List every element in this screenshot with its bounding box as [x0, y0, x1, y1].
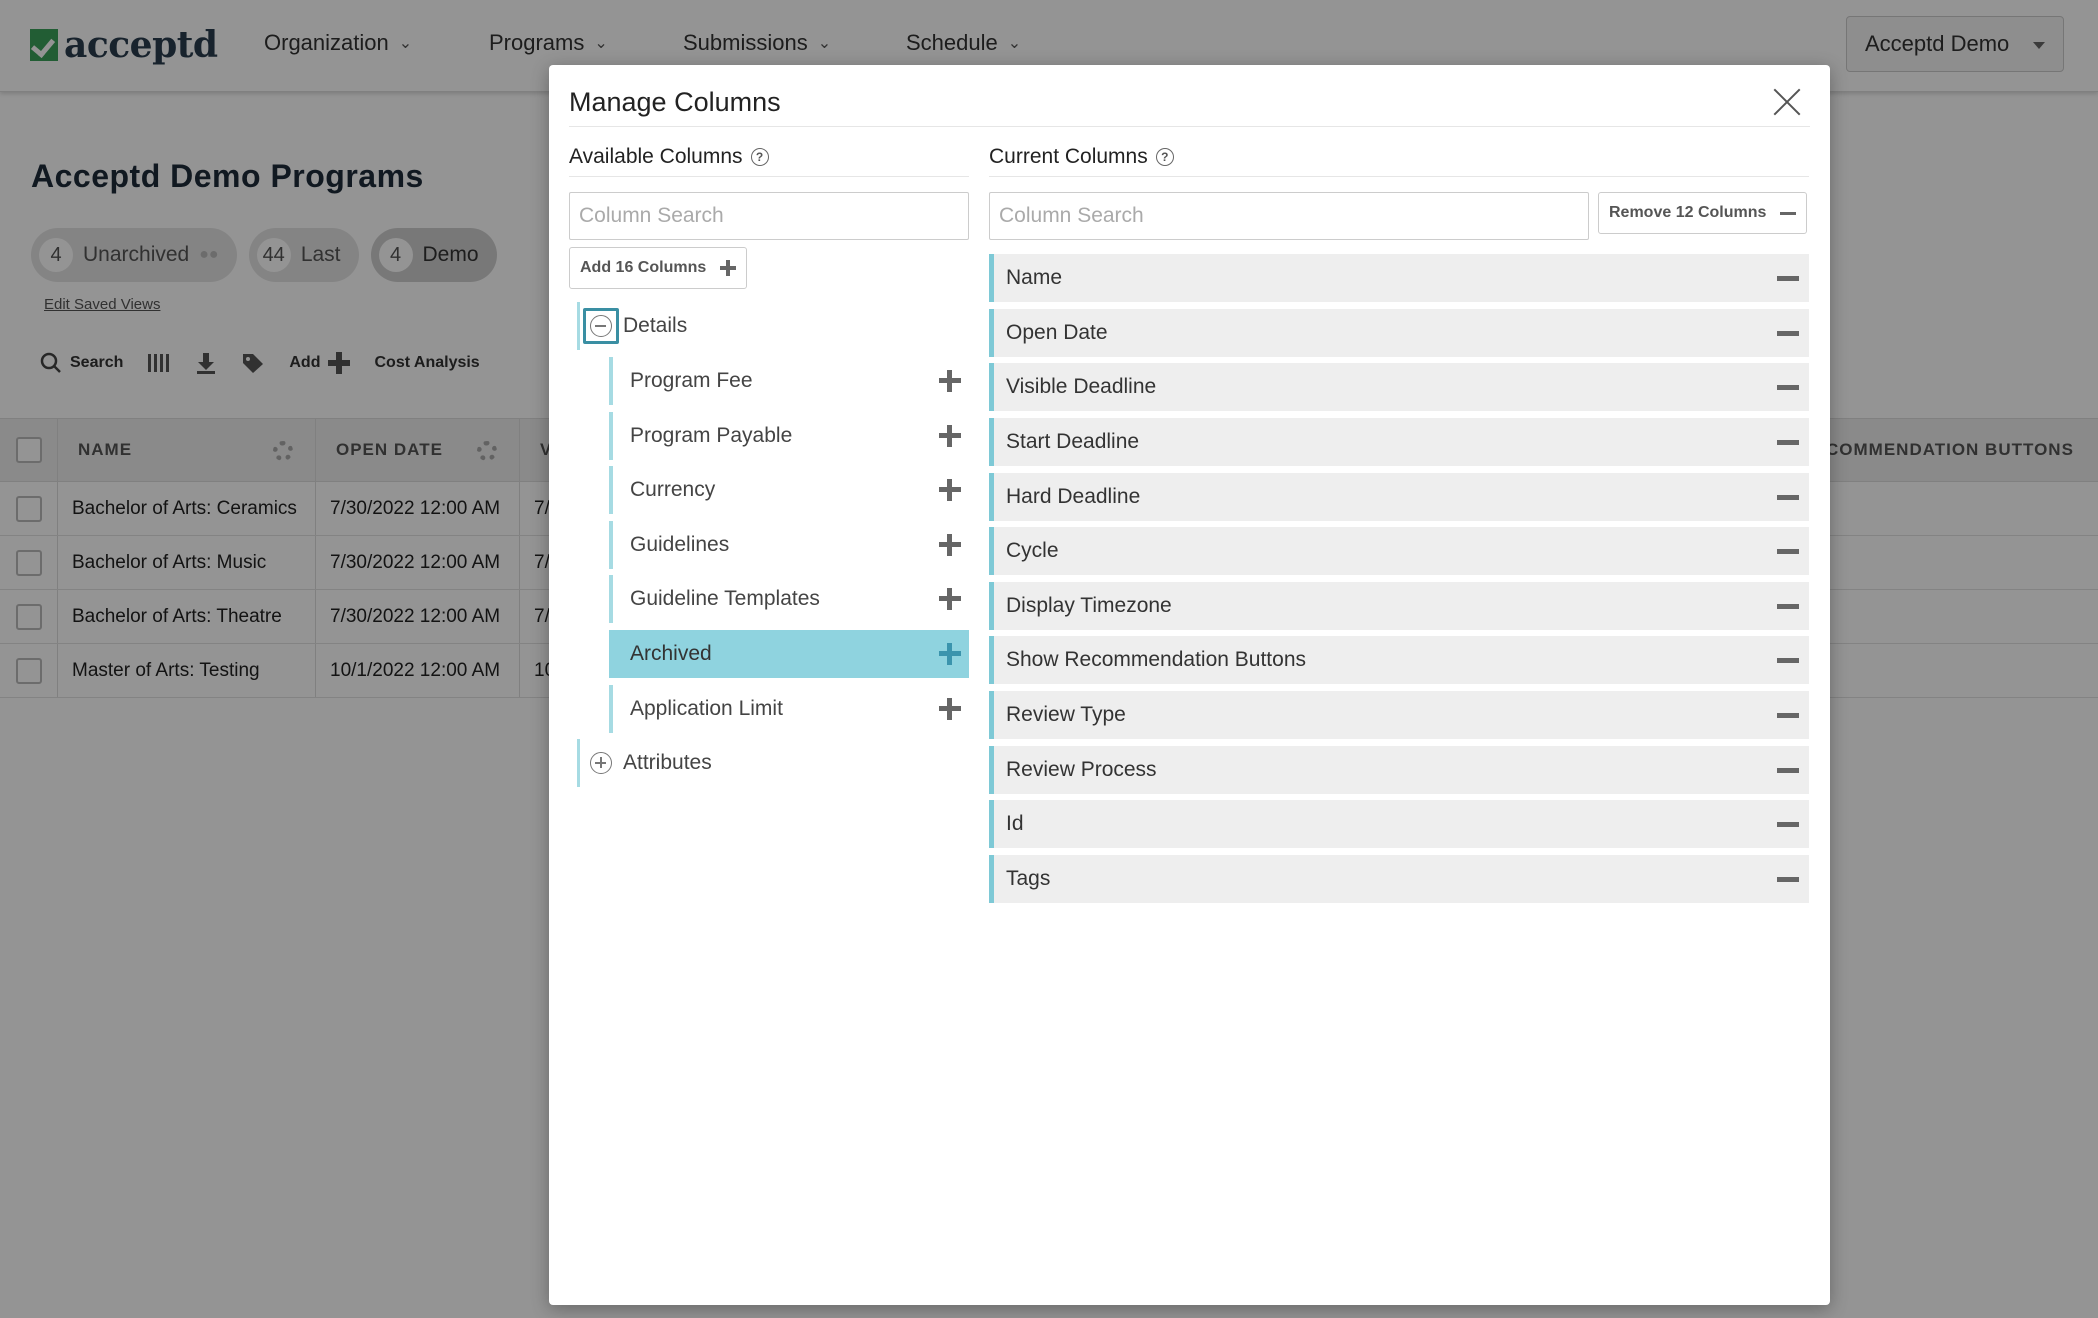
collapse-circle-icon	[590, 315, 612, 337]
group-indicator	[577, 302, 580, 350]
current-item-label: Name	[1006, 266, 1063, 289]
remove-all-columns-button[interactable]: Remove 12 Columns	[1598, 192, 1808, 234]
remove-column-minus-icon[interactable]	[1777, 768, 1799, 773]
current-item-label: Visible Deadline	[1006, 375, 1157, 398]
current-item-display-timezone[interactable]: Display Timezone	[989, 582, 1809, 630]
add-column-plus-icon[interactable]	[939, 479, 961, 501]
current-item-label: Review Type	[1006, 703, 1126, 726]
current-item-review-process[interactable]: Review Process	[989, 746, 1809, 794]
current-divider	[989, 176, 1809, 177]
add-column-plus-icon[interactable]	[939, 425, 961, 447]
remove-column-minus-icon[interactable]	[1777, 495, 1799, 500]
add-column-plus-icon[interactable]	[939, 588, 961, 610]
help-icon[interactable]: ?	[750, 148, 769, 166]
tree-group-attributes[interactable]: Attributes	[577, 739, 712, 787]
expand-circle-icon	[590, 752, 612, 774]
tree-group-details[interactable]: Details	[577, 302, 687, 350]
available-item-archived[interactable]: Archived	[609, 630, 969, 678]
current-columns-label: Current Columns	[989, 145, 1148, 168]
available-item-application-limit[interactable]: Application Limit	[609, 685, 969, 733]
add-all-columns-button[interactable]: Add 16 Columns	[569, 247, 748, 289]
available-item-label: Currency	[630, 478, 716, 501]
remove-column-minus-icon[interactable]	[1777, 331, 1799, 336]
available-item-guideline-templates[interactable]: Guideline Templates	[609, 575, 969, 623]
expand-toggle[interactable]	[583, 745, 619, 781]
current-item-label: Display Timezone	[1006, 594, 1172, 617]
remove-column-minus-icon[interactable]	[1777, 822, 1799, 827]
add-all-columns-label: Add 16 Columns	[580, 259, 707, 276]
tree-group-label: Details	[623, 314, 688, 337]
current-item-label: Review Process	[1006, 758, 1157, 781]
current-item-show-recommendation-buttons[interactable]: Show Recommendation Buttons	[989, 636, 1809, 684]
current-item-label: Hard Deadline	[1006, 485, 1141, 508]
current-column-search-input[interactable]	[989, 192, 1589, 240]
available-item-label: Guideline Templates	[630, 587, 820, 610]
available-columns-heading: Available Columns ?	[569, 145, 769, 169]
manage-columns-modal: Manage Columns Available Columns ? Add 1…	[549, 65, 1830, 1305]
add-column-plus-icon[interactable]	[939, 534, 961, 556]
available-item-label: Application Limit	[630, 697, 783, 720]
add-column-plus-icon[interactable]	[939, 370, 961, 392]
remove-column-minus-icon[interactable]	[1777, 877, 1799, 882]
current-item-visible-deadline[interactable]: Visible Deadline	[989, 363, 1809, 411]
current-item-name[interactable]: Name	[989, 254, 1809, 302]
available-item-label: Program Payable	[630, 424, 793, 447]
available-item-program-fee[interactable]: Program Fee	[609, 357, 969, 405]
available-item-label: Archived	[630, 642, 712, 665]
remove-column-minus-icon[interactable]	[1777, 549, 1799, 554]
add-column-plus-icon[interactable]	[939, 643, 961, 665]
current-item-cycle[interactable]: Cycle	[989, 527, 1809, 575]
current-item-start-deadline[interactable]: Start Deadline	[989, 418, 1809, 466]
modal-title: Manage Columns	[569, 87, 781, 117]
current-item-label: Id	[1006, 812, 1024, 835]
current-item-label: Show Recommendation Buttons	[1006, 648, 1306, 671]
remove-all-columns-label: Remove 12 Columns	[1609, 204, 1767, 221]
help-icon[interactable]: ?	[1155, 148, 1174, 166]
group-indicator	[577, 739, 580, 787]
current-item-open-date[interactable]: Open Date	[989, 309, 1809, 357]
current-item-label: Cycle	[1006, 539, 1059, 562]
available-column-search-input[interactable]	[569, 192, 969, 240]
remove-column-minus-icon[interactable]	[1777, 385, 1799, 390]
current-item-review-type[interactable]: Review Type	[989, 691, 1809, 739]
current-item-label: Open Date	[1006, 321, 1108, 344]
available-item-guidelines[interactable]: Guidelines	[609, 521, 969, 569]
available-item-program-payable[interactable]: Program Payable	[609, 412, 969, 460]
plus-icon	[720, 260, 737, 276]
remove-column-minus-icon[interactable]	[1777, 604, 1799, 609]
remove-column-minus-icon[interactable]	[1777, 658, 1799, 663]
available-divider	[569, 176, 969, 177]
remove-column-minus-icon[interactable]	[1777, 276, 1799, 281]
current-item-label: Tags	[1006, 867, 1051, 890]
available-item-label: Program Fee	[630, 369, 753, 392]
close-icon[interactable]	[1772, 87, 1802, 117]
current-item-id[interactable]: Id	[989, 800, 1809, 848]
collapse-toggle[interactable]	[583, 308, 619, 344]
current-columns-heading: Current Columns ?	[989, 145, 1174, 169]
title-divider	[569, 126, 1810, 127]
available-item-currency[interactable]: Currency	[609, 466, 969, 514]
add-column-plus-icon[interactable]	[939, 698, 961, 720]
current-item-label: Start Deadline	[1006, 430, 1140, 453]
available-item-label: Guidelines	[630, 533, 730, 556]
minus-icon	[1780, 211, 1797, 215]
remove-column-minus-icon[interactable]	[1777, 440, 1799, 445]
available-columns-label: Available Columns	[569, 145, 743, 168]
remove-column-minus-icon[interactable]	[1777, 713, 1799, 718]
current-item-hard-deadline[interactable]: Hard Deadline	[989, 473, 1809, 521]
current-item-tags[interactable]: Tags	[989, 855, 1809, 903]
tree-group-label: Attributes	[623, 751, 712, 774]
